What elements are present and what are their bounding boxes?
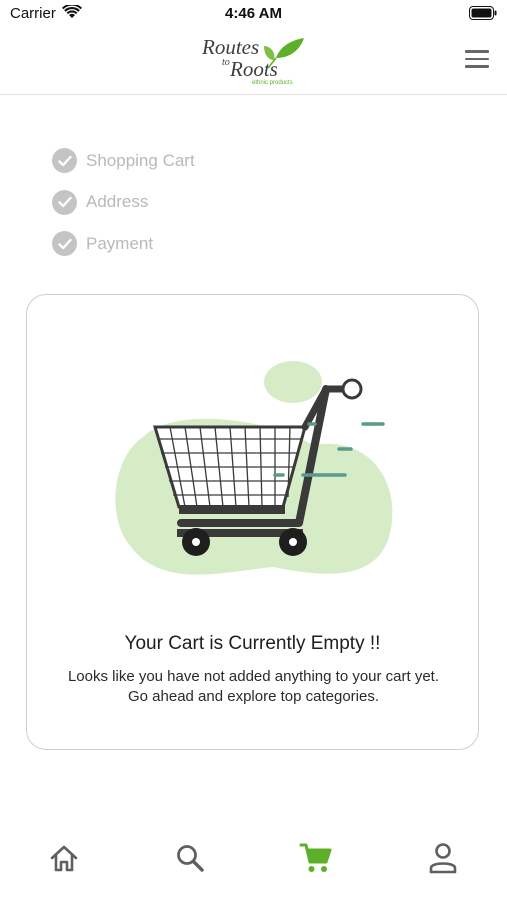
- empty-cart-illustration: [115, 361, 393, 575]
- menu-bar: [465, 65, 489, 68]
- svg-text:to: to: [222, 57, 230, 68]
- step-shopping-cart: Shopping Cart: [52, 140, 195, 182]
- empty-cart-title: Your Cart is Currently Empty !!: [124, 633, 381, 654]
- step-payment: Payment: [52, 223, 195, 265]
- menu-bar: [465, 57, 489, 60]
- profile-icon: [429, 843, 457, 874]
- menu-bar: [465, 50, 489, 53]
- check-circle-icon: [52, 148, 77, 174]
- menu-button[interactable]: [465, 50, 489, 70]
- step-label: Address: [86, 192, 149, 212]
- nav-profile[interactable]: [423, 838, 463, 878]
- routes-to-roots-logo[interactable]: Routes to Roots ethnic products: [200, 32, 310, 90]
- battery-icon: [469, 6, 497, 20]
- search-icon: [177, 845, 204, 872]
- empty-cart-message: Looks like you have not added anything t…: [67, 668, 440, 705]
- nav-cart[interactable]: [296, 838, 336, 878]
- checkout-steps: Shopping Cart Address Payment: [52, 140, 195, 265]
- empty-cart-card: Your Cart is Currently Empty !! Looks li…: [26, 294, 479, 750]
- status-time: 4:46 AM: [225, 5, 282, 22]
- leaf-icon: [276, 38, 304, 58]
- cart-handle-grip: [341, 378, 363, 400]
- bottom-nav: [0, 820, 507, 900]
- step-label: Shopping Cart: [86, 150, 195, 170]
- nav-search[interactable]: [170, 838, 210, 878]
- step-address: Address: [52, 182, 195, 224]
- svg-text:Roots: Roots: [229, 57, 278, 81]
- nav-home[interactable]: [44, 838, 84, 878]
- step-label: Payment: [86, 233, 154, 253]
- app-header: Routes to Roots ethnic products: [0, 28, 507, 95]
- small-blob: [264, 361, 322, 403]
- check-circle-icon: [52, 231, 77, 257]
- svg-text:ethnic products: ethnic products: [252, 80, 293, 86]
- check-circle-icon: [52, 189, 77, 215]
- status-bar: Carrier 4:46 AM: [0, 0, 507, 28]
- cart-basket: [152, 425, 307, 514]
- home-icon: [50, 845, 78, 872]
- cart-icon: [299, 843, 332, 872]
- svg-text:Routes: Routes: [201, 35, 259, 59]
